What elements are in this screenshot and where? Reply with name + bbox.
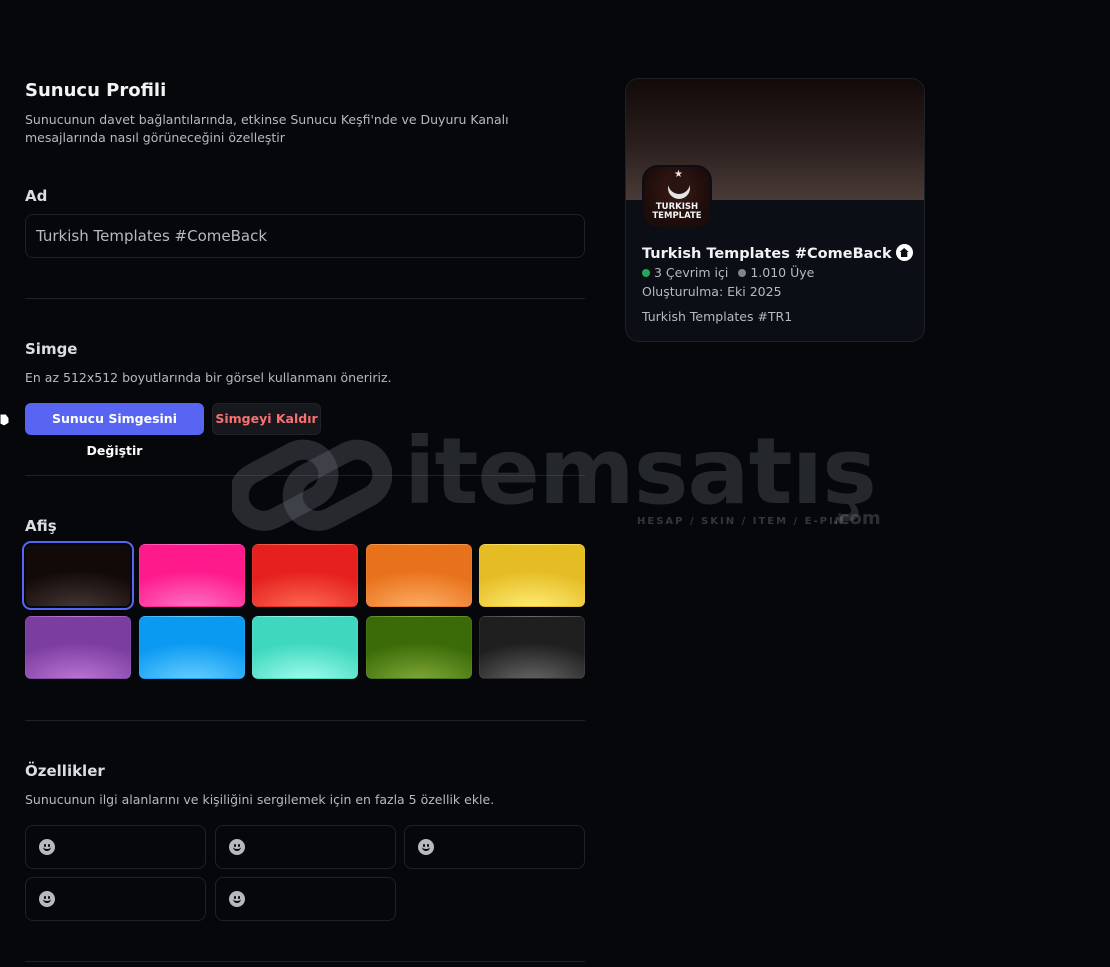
trait-slot[interactable] <box>214 877 396 921</box>
banner-color-green[interactable] <box>365 616 472 679</box>
trait-slot[interactable] <box>25 877 206 921</box>
page-title: Sunucu Profili <box>25 80 167 101</box>
banner-color-purple[interactable] <box>25 616 131 679</box>
divider <box>25 961 585 962</box>
banner-color-teal[interactable] <box>252 616 358 679</box>
trait-slot[interactable] <box>214 825 396 869</box>
emoji-icon[interactable] <box>39 891 55 907</box>
server-name-input[interactable]: Turkish Templates #ComeBack <box>25 214 585 258</box>
online-dot-icon <box>642 269 650 277</box>
member-dot-icon <box>738 269 747 277</box>
divider <box>25 475 585 476</box>
preview-server-name: Turkish Templates #ComeBack <box>642 244 913 262</box>
watermark-logo-icon <box>228 439 393 531</box>
banner-color-pink[interactable] <box>138 544 245 607</box>
traits-label: Özellikler <box>25 762 105 780</box>
traits-help-text: Sunucunun ilgi alanlarını ve kişiliğini … <box>25 792 495 807</box>
name-label: Ad <box>25 187 48 205</box>
icon-help-text: En az 512x512 boyutlarında bir görsel ku… <box>25 370 392 385</box>
page-description: Sunucunun davet bağlantılarında, etkinse… <box>25 112 509 145</box>
preview-description: Turkish Templates #TR1 <box>642 309 793 324</box>
member-count: 1.010 Üye <box>750 265 815 280</box>
banner-color-red[interactable] <box>252 544 358 607</box>
remove-icon-button[interactable]: Simgeyi Kaldır <box>212 403 321 435</box>
preview-created-date: Oluşturulma: Eki 2025 <box>642 284 782 299</box>
banner-color-gray[interactable] <box>479 616 585 679</box>
community-badge-icon <box>895 244 913 261</box>
online-count: 3 Çevrim içi <box>654 265 729 280</box>
watermark-suffix: .com <box>832 508 881 529</box>
star-icon: ★ <box>674 169 683 180</box>
icon-label: Simge <box>25 340 78 358</box>
banner-color-blue[interactable] <box>138 616 245 679</box>
mouse-cursor-icon <box>0 408 10 430</box>
divider <box>25 720 585 721</box>
emoji-icon[interactable] <box>39 839 55 855</box>
banner-label: Afiş <box>25 517 57 535</box>
server-preview-card: ★ TURKISH TEMPLATE Turkish Templates #Co… <box>625 78 925 342</box>
change-icon-button[interactable]: Sunucu Simgesini Değiştir <box>25 403 204 458</box>
server-name-text: Turkish Templates #ComeBack <box>642 246 892 262</box>
emoji-icon[interactable] <box>228 839 245 855</box>
trait-slot[interactable] <box>404 825 585 869</box>
emoji-icon[interactable] <box>418 839 434 855</box>
banner-color-orange[interactable] <box>365 544 472 607</box>
server-icon: ★ TURKISH TEMPLATE <box>642 165 712 229</box>
icon-text-line2: TEMPLATE <box>652 211 702 221</box>
watermark-brand: itemsatış <box>404 418 877 525</box>
banner-color-dark-brown[interactable] <box>22 541 134 610</box>
crescent-icon <box>668 172 690 199</box>
watermark: itemsatış HESAP / SKIN / ITEM / E-PIN .c… <box>228 418 882 537</box>
banner-color-yellow[interactable] <box>479 544 585 607</box>
preview-stats: 3 Çevrim içi 1.010 Üye <box>642 265 814 280</box>
trait-slot[interactable] <box>25 825 206 869</box>
emoji-icon[interactable] <box>228 891 245 907</box>
divider <box>25 298 585 299</box>
watermark-tagline: HESAP / SKIN / ITEM / E-PIN <box>637 516 846 527</box>
